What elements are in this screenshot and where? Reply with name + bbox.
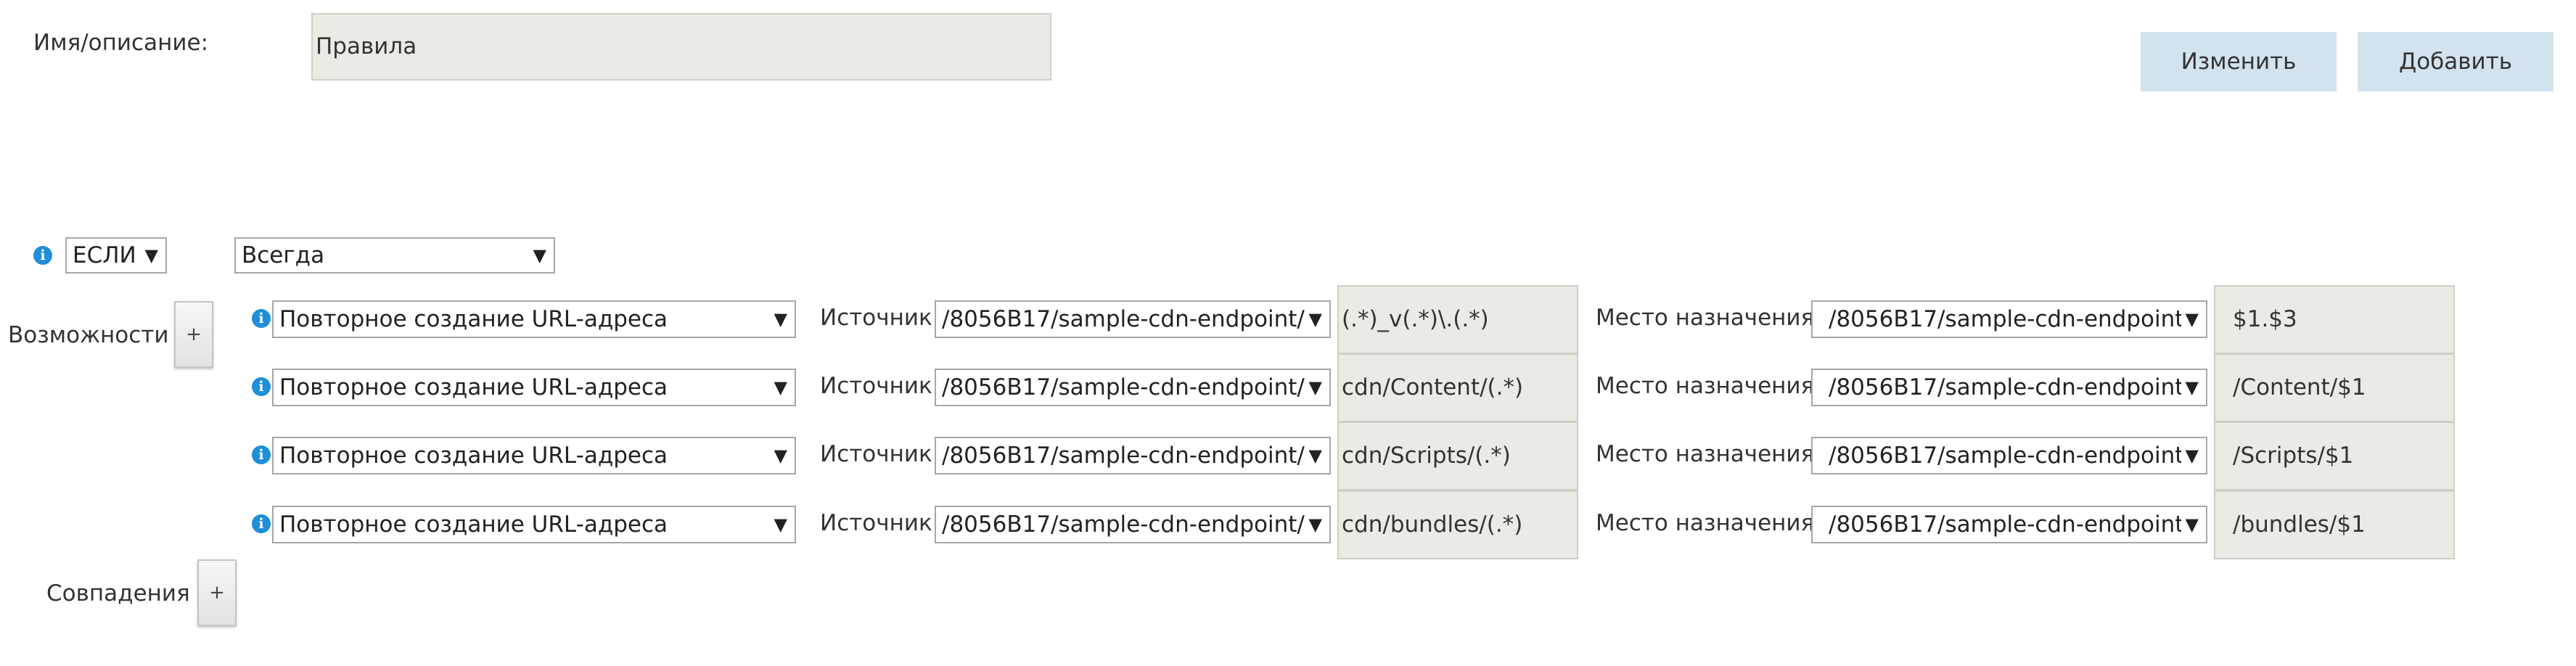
triangle-down-icon: ▼ <box>1308 445 1322 466</box>
condition-select-value: Всегда <box>242 242 325 268</box>
source-path-value: /8056B17/sample-cdn-endpoint/ <box>942 306 1305 332</box>
triangle-down-icon: ▼ <box>1308 377 1322 398</box>
triangle-down-icon: ▼ <box>774 309 787 329</box>
if-select-value: ЕСЛИ <box>73 242 136 268</box>
feature-action-value: Повторное создание URL-адреса <box>279 443 668 469</box>
feature-action-value: Повторное создание URL-адреса <box>279 374 668 400</box>
source-pattern-field[interactable]: cdn/Scripts/(.*) <box>1337 422 1578 490</box>
destination-label: Место назначения <box>1596 373 1815 399</box>
info-icon[interactable]: i <box>33 246 52 265</box>
name-input[interactable]: Правила <box>311 13 1051 81</box>
destination-pattern-field[interactable]: /Scripts/$1 <box>2214 422 2455 490</box>
feature-action-select[interactable]: Повторное создание URL-адреса ▼ <box>272 300 796 338</box>
triangle-down-icon: ▼ <box>144 245 158 266</box>
destination-label: Место назначения <box>1596 510 1815 536</box>
triangle-down-icon: ▼ <box>774 514 787 535</box>
source-path-select[interactable]: /8056B17/sample-cdn-endpoint/ ▼ <box>935 300 1331 338</box>
matches-label: Совпадения <box>46 580 190 607</box>
triangle-down-icon: ▼ <box>774 377 787 398</box>
add-feature-button[interactable]: + <box>174 301 213 368</box>
source-path-select[interactable]: /8056B17/sample-cdn-endpoint/ ▼ <box>935 369 1331 406</box>
source-label: Источник <box>820 441 932 467</box>
triangle-down-icon: ▼ <box>533 245 546 266</box>
destination-path-select[interactable]: /8056B17/sample-cdn-endpoint/ ▼ <box>1811 300 2207 338</box>
feature-action-select[interactable]: Повторное создание URL-адреса ▼ <box>272 506 796 543</box>
destination-path-value: /8056B17/sample-cdn-endpoint/ <box>1829 443 2181 469</box>
source-label: Источник <box>820 510 932 536</box>
destination-path-value: /8056B17/sample-cdn-endpoint/ <box>1829 374 2181 400</box>
add-match-button[interactable]: + <box>197 559 237 626</box>
triangle-down-icon: ▼ <box>1308 309 1322 329</box>
feature-action-value: Повторное создание URL-адреса <box>279 306 668 332</box>
destination-path-select[interactable]: /8056B17/sample-cdn-endpoint/ ▼ <box>1811 369 2207 406</box>
triangle-down-icon: ▼ <box>1308 514 1322 535</box>
destination-path-select[interactable]: /8056B17/sample-cdn-endpoint/ ▼ <box>1811 437 2207 474</box>
if-select[interactable]: ЕСЛИ ▼ <box>65 237 167 274</box>
info-icon[interactable]: i <box>252 514 271 533</box>
source-pattern-field[interactable]: (.*)_v(.*)\.(.*) <box>1337 285 1578 354</box>
destination-pattern-field[interactable]: /bundles/$1 <box>2214 490 2455 559</box>
destination-label: Место назначения <box>1596 441 1815 467</box>
source-path-value: /8056B17/sample-cdn-endpoint/ <box>942 511 1305 538</box>
source-pattern-field[interactable]: cdn/Content/(.*) <box>1337 353 1578 422</box>
add-button[interactable]: Добавить <box>2358 32 2554 91</box>
source-pattern-field[interactable]: cdn/bundles/(.*) <box>1337 490 1578 559</box>
feature-action-select[interactable]: Повторное создание URL-адреса ▼ <box>272 437 796 474</box>
source-label: Источник <box>820 305 932 331</box>
source-path-value: /8056B17/sample-cdn-endpoint/ <box>942 443 1305 469</box>
triangle-down-icon: ▼ <box>2185 377 2199 398</box>
destination-path-value: /8056B17/sample-cdn-endpoint/ <box>1829 306 2181 332</box>
info-icon[interactable]: i <box>252 445 271 464</box>
triangle-down-icon: ▼ <box>774 445 787 466</box>
features-label: Возможности <box>8 322 169 348</box>
destination-pattern-field[interactable]: $1.$3 <box>2214 285 2455 354</box>
destination-path-select[interactable]: /8056B17/sample-cdn-endpoint/ ▼ <box>1811 506 2207 543</box>
source-label: Источник <box>820 373 932 399</box>
source-path-value: /8056B17/sample-cdn-endpoint/ <box>942 374 1305 400</box>
destination-label: Место назначения <box>1596 305 1815 331</box>
destination-pattern-field[interactable]: /Content/$1 <box>2214 353 2455 422</box>
destination-path-value: /8056B17/sample-cdn-endpoint/ <box>1829 511 2181 538</box>
feature-action-value: Повторное создание URL-адреса <box>279 511 668 538</box>
triangle-down-icon: ▼ <box>2185 309 2199 329</box>
source-path-select[interactable]: /8056B17/sample-cdn-endpoint/ ▼ <box>935 437 1331 474</box>
info-icon[interactable]: i <box>252 309 271 328</box>
name-label: Имя/описание: <box>33 30 209 56</box>
edit-button[interactable]: Изменить <box>2141 32 2337 91</box>
source-path-select[interactable]: /8056B17/sample-cdn-endpoint/ ▼ <box>935 506 1331 543</box>
triangle-down-icon: ▼ <box>2185 514 2199 535</box>
condition-select[interactable]: Всегда ▼ <box>234 237 555 274</box>
info-icon[interactable]: i <box>252 377 271 396</box>
triangle-down-icon: ▼ <box>2185 445 2199 466</box>
feature-action-select[interactable]: Повторное создание URL-адреса ▼ <box>272 369 796 406</box>
